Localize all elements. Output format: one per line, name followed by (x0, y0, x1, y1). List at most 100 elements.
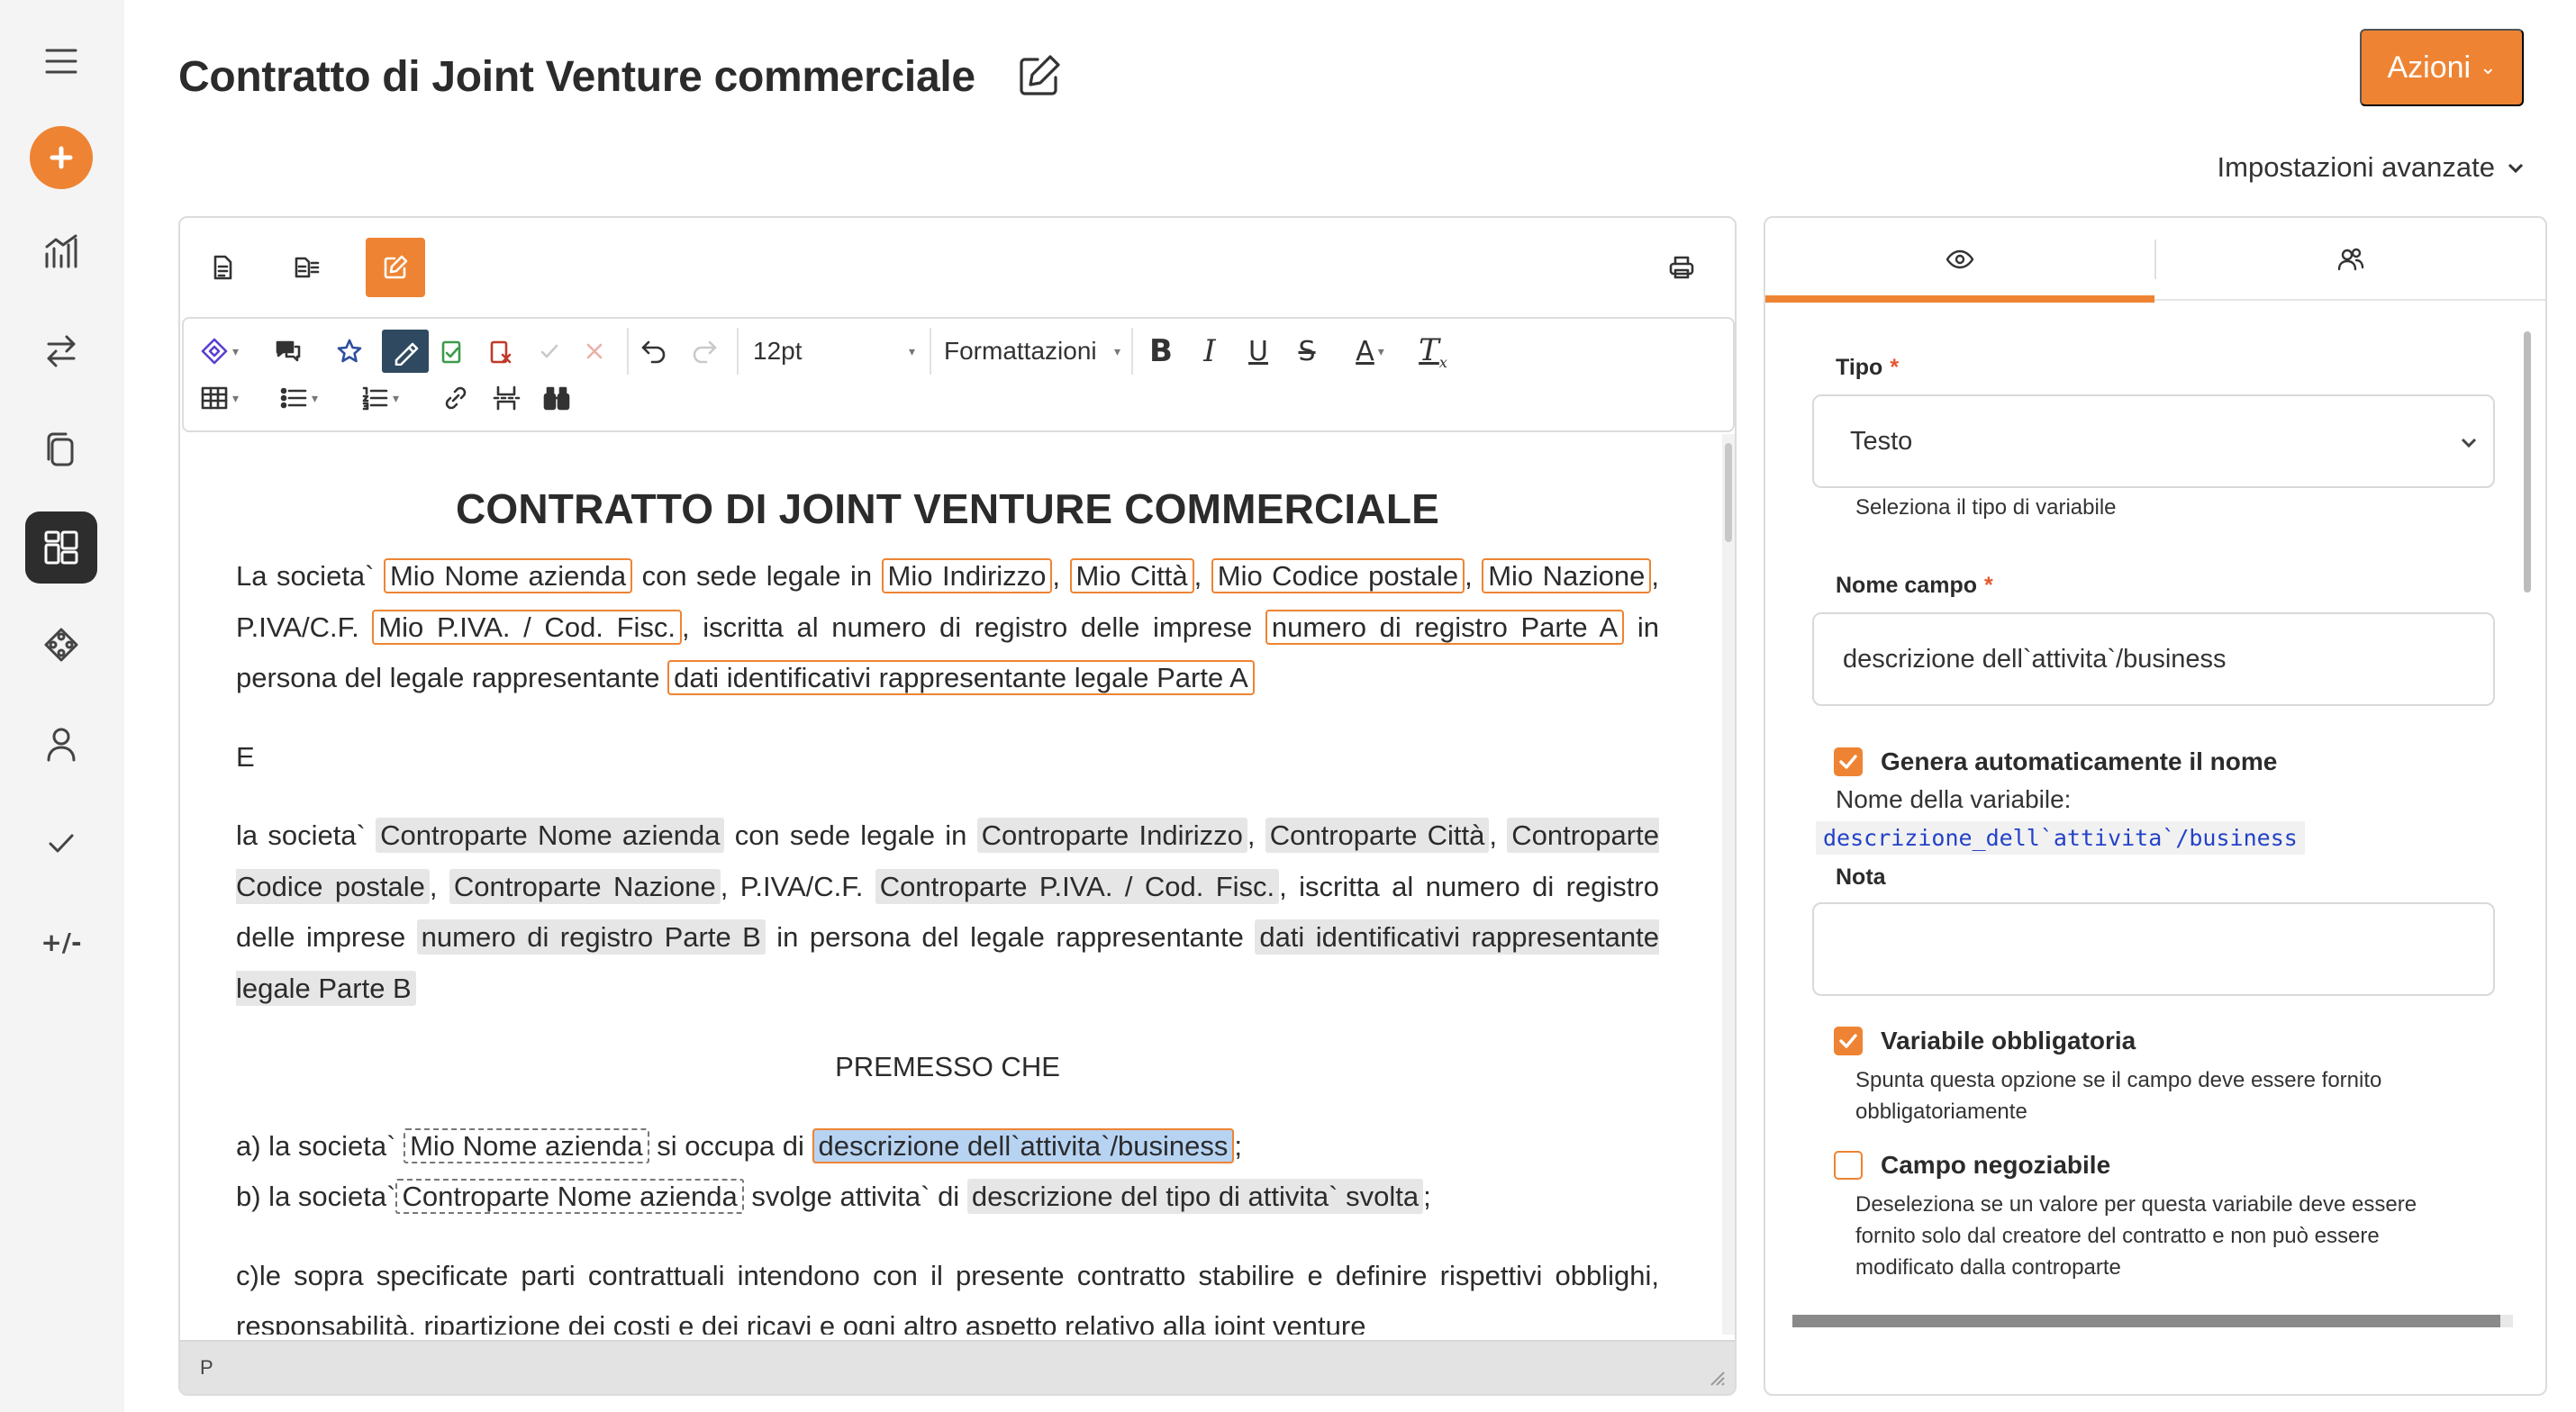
clause-b: b) la societa` Controparte Nome azienda s… (236, 1172, 1659, 1223)
bullet-list-icon[interactable]: ▾ (279, 376, 318, 420)
obbligatoria-hint: Spunta questa opzione se il campo deve e… (1855, 1068, 2382, 1124)
panel-scrollbar[interactable] (2524, 331, 2531, 593)
variable-field[interactable]: Controparte Indirizzo (976, 818, 1247, 853)
scrollbar-thumb[interactable] (1725, 443, 1732, 542)
puzzle-icon[interactable] (25, 609, 97, 681)
variable-field[interactable]: Controparte Nome azienda (376, 818, 725, 853)
reject-changes-icon[interactable] (486, 330, 515, 373)
track-changes-icon[interactable] (382, 330, 429, 373)
text: si occupa di (657, 1129, 804, 1162)
edit-title-icon[interactable] (1016, 52, 1063, 99)
genera-checkbox[interactable] (1834, 747, 1863, 776)
chevron-down-icon: ▾ (908, 343, 915, 358)
variable-field[interactable]: numero di registro Parte A (1265, 609, 1625, 645)
italic-icon[interactable]: I (1191, 330, 1229, 373)
sidebar: +/- (0, 0, 124, 1412)
text: a) la societa` (236, 1129, 396, 1162)
variable-field[interactable]: Mio Codice postale (1211, 558, 1465, 593)
format-select[interactable]: Formattazioni ▾ (944, 330, 1120, 373)
variable-field[interactable]: numero di registro Parte B (416, 919, 766, 955)
bookmark-star-icon[interactable] (335, 330, 364, 373)
variable-field[interactable]: Mio Nazione (1482, 558, 1652, 593)
variable-insert-icon[interactable]: ▾ (200, 330, 239, 373)
variable-field[interactable]: Mio P.IVA. / Cod. Fisc. (372, 609, 683, 645)
variable-field[interactable]: Mio Nome azienda (383, 558, 633, 593)
find-replace-icon[interactable] (542, 376, 571, 420)
reject-icon[interactable] (580, 330, 609, 373)
document-body[interactable]: CONTRATTO DI JOINT VENTURE COMMERCIALE L… (182, 434, 1722, 1335)
text: b) la societa` (236, 1181, 396, 1212)
document-scrollbar[interactable] (1722, 434, 1735, 1335)
nome-campo-label: Nome campo * (1836, 573, 1993, 599)
obbligatoria-label: Variabile obbligatoria (1881, 1027, 2136, 1054)
nome-campo-value: descrizione dell`attivita`/business (1843, 644, 2227, 674)
negoziabile-hint: Deseleziona se un valore per questa vari… (1855, 1192, 2417, 1280)
page-break-icon[interactable] (492, 376, 521, 420)
obbligatoria-checkbox[interactable] (1834, 1027, 1863, 1055)
table-icon[interactable]: ▾ (200, 376, 239, 420)
variable-field[interactable]: Controparte Città (1265, 818, 1490, 853)
label-text: Tipo (1836, 355, 1883, 380)
menu-icon[interactable] (25, 25, 97, 97)
strikethrough-icon[interactable]: S (1288, 330, 1326, 373)
variable-field[interactable]: Controparte P.IVA. / Cod. Fisc. (875, 868, 1280, 904)
advanced-settings-label: Impostazioni avanzate (2217, 151, 2495, 183)
rich-text-toolbar: ▾ 12pt ▾ Formattazioni ▾ B I U S A ▾ Tx … (182, 317, 1735, 432)
user-icon[interactable] (25, 708, 97, 780)
resize-grip-icon[interactable] (1706, 1367, 1726, 1387)
font-size-select[interactable]: 12pt ▾ (753, 330, 915, 373)
undo-icon[interactable] (639, 330, 668, 373)
chart-icon[interactable] (25, 216, 97, 288)
tab-view[interactable] (1765, 218, 2154, 303)
premesso-heading: PREMESSO CHE (835, 1051, 1060, 1082)
variable-field[interactable]: Mio Indirizzo (881, 558, 1053, 593)
negoziabile-checkbox[interactable] (1834, 1151, 1863, 1180)
variable-field[interactable]: descrizione del tipo di attivita` svolta (966, 1179, 1424, 1214)
comment-icon[interactable] (274, 330, 303, 373)
check-icon[interactable] (25, 807, 97, 879)
text: , (1193, 560, 1202, 592)
document-view-icon[interactable] (193, 238, 252, 297)
document-title: CONTRATTO DI JOINT VENTURE COMMERCIALE (455, 485, 1439, 532)
bold-icon[interactable]: B (1142, 330, 1180, 373)
advanced-settings-toggle[interactable]: Impostazioni avanzate (2218, 151, 2526, 184)
numbered-list-icon[interactable]: ▾ (360, 376, 399, 420)
link-icon[interactable] (441, 376, 470, 420)
text: La societa` (236, 560, 375, 592)
status-bar: P (180, 1340, 1735, 1394)
underline-icon[interactable]: U (1239, 330, 1277, 373)
tab-users[interactable] (2156, 218, 2545, 301)
nota-input[interactable] (1812, 902, 2495, 996)
variable-field[interactable]: Mio Città (1069, 558, 1194, 593)
required-mark: * (1983, 573, 1993, 598)
documents-icon[interactable] (25, 414, 97, 486)
actions-button[interactable]: Azioni ⌄ (2360, 29, 2524, 106)
variable-field[interactable]: Controparte Nome azienda (395, 1179, 744, 1214)
clear-formatting-icon[interactable]: Tx (1414, 330, 1452, 373)
templates-icon[interactable] (25, 511, 97, 584)
selected-variable-field[interactable]: descrizione dell`attivita`/business (812, 1127, 1235, 1163)
conjunction: E (236, 740, 255, 773)
print-icon[interactable] (1652, 238, 1711, 297)
edit-mode-icon[interactable] (366, 238, 425, 297)
scrollbar-thumb[interactable] (1792, 1315, 2500, 1327)
add-icon[interactable] (30, 126, 93, 189)
checkmark-icon (1839, 755, 1857, 769)
chevron-down-icon (2461, 438, 2477, 448)
tipo-select[interactable]: Testo (1812, 394, 2495, 488)
variable-field[interactable]: dati identificativi rappresentante legal… (667, 660, 1255, 695)
diff-button[interactable]: +/- (25, 906, 97, 978)
variable-field[interactable]: Mio Nome azienda (404, 1127, 649, 1163)
text: , (429, 870, 438, 902)
accept-icon[interactable] (535, 330, 564, 373)
negoziabile-label: Campo negoziabile (1881, 1151, 2111, 1179)
accept-changes-icon[interactable] (438, 330, 467, 373)
compare-view-icon[interactable] (277, 238, 337, 297)
redo-icon[interactable] (690, 330, 719, 373)
variable-field[interactable]: Controparte Nazione (449, 868, 721, 904)
text-color-icon[interactable]: A ▾ (1338, 330, 1401, 373)
nome-campo-input[interactable]: descrizione dell`attivita`/business (1812, 612, 2495, 706)
chevron-down-icon: ▾ (1113, 343, 1120, 358)
swap-icon[interactable] (25, 315, 97, 387)
panel-horizontal-scrollbar[interactable] (1792, 1315, 2513, 1327)
